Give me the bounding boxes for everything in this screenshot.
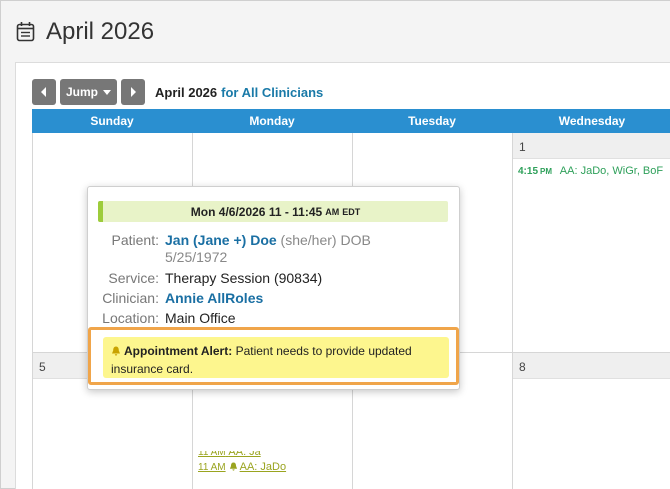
- event-text: AA: JaDo: [239, 461, 287, 473]
- event-time: 11 AM: [198, 447, 226, 458]
- bell-icon: [112, 346, 120, 356]
- chevron-right-icon: [131, 87, 136, 97]
- chevron-left-icon: [41, 87, 46, 97]
- calendar-heading: April 2026 for All Clinicians: [155, 85, 323, 100]
- clinician-scope-link[interactable]: for All Clinicians: [221, 85, 323, 100]
- appointment-ampm: AM: [325, 206, 340, 217]
- date-number: 5: [39, 360, 46, 374]
- month-label: April 2026: [155, 84, 218, 100]
- patient-dob: 5/25/1972: [165, 249, 228, 265]
- weekday-tuesday: Tuesday: [408, 114, 456, 128]
- weekday-monday: Monday: [249, 114, 295, 128]
- jump-button[interactable]: Jump: [60, 79, 117, 105]
- clinician-label: Clinician:: [102, 290, 159, 306]
- patient-pronouns: (she/her) DOB: [280, 232, 371, 248]
- day-cell-apr-8[interactable]: 8: [513, 353, 670, 379]
- bell-icon: [229, 462, 237, 471]
- clinician-link[interactable]: Annie AllRoles: [165, 290, 263, 306]
- weekday-header: Sunday Monday Tuesday Wednesday: [32, 109, 670, 133]
- prev-month-button[interactable]: [32, 79, 56, 105]
- alert-title: Appointment Alert:: [124, 344, 233, 358]
- appointment-time-header: Mon 4/6/2026 11 - 11:45 AM EDT: [98, 201, 448, 222]
- date-number: 1: [519, 140, 526, 154]
- day-cell-apr-1[interactable]: 1: [513, 133, 670, 159]
- jump-button-label: Jump: [65, 85, 98, 99]
- calendar-event[interactable]: 4:15 PM AA: JaDo, WiGr, BoF: [518, 165, 663, 177]
- event-ampm: PM: [540, 167, 553, 176]
- calendar-toolbar: Jump April 2026 for All Clinicians: [32, 79, 323, 105]
- appointment-popover[interactable]: Mon 4/6/2026 11 - 11:45 AM EDT Patient: Ja…: [87, 186, 460, 390]
- grid-line: [32, 133, 33, 489]
- calendar-event[interactable]: 11 AM AA: JaDo: [198, 461, 286, 473]
- next-month-button[interactable]: [121, 79, 145, 105]
- page-header: April 2026: [16, 16, 154, 48]
- appointment-alert-highlight: Appointment Alert: Patient needs to prov…: [88, 327, 459, 385]
- grid-line: [512, 133, 513, 489]
- appointment-time: Mon 4/6/2026 11 - 11:45: [190, 204, 323, 219]
- weekday-wednesday: Wednesday: [558, 114, 626, 128]
- location-value: Main Office: [165, 310, 236, 326]
- appointment-timezone: EDT: [342, 206, 361, 217]
- patient-name-link[interactable]: Jan (Jane +) Doe: [165, 232, 277, 248]
- event-time: 4:15: [518, 166, 539, 177]
- patient-label: Patient:: [111, 232, 159, 248]
- event-text: AA: JaDo, WiGr, BoF: [559, 165, 664, 177]
- location-label: Location:: [102, 310, 159, 326]
- service-value: Therapy Session (90834): [165, 270, 323, 286]
- appointment-alert: Appointment Alert: Patient needs to prov…: [103, 337, 449, 378]
- weekday-sunday: Sunday: [90, 114, 134, 128]
- page-title: April 2026: [46, 18, 155, 45]
- caret-down-icon: [103, 89, 111, 95]
- event-text: AA: Ja: [228, 446, 261, 458]
- calendar-icon: [16, 21, 36, 43]
- service-label: Service:: [108, 270, 159, 286]
- calendar-event[interactable]: 11 AM AA: Ja: [198, 446, 261, 458]
- event-time: 11 AM: [198, 462, 226, 473]
- date-number: 8: [519, 360, 526, 374]
- patient-row: Jan (Jane +) Doe (she/her) DOB: [165, 232, 371, 248]
